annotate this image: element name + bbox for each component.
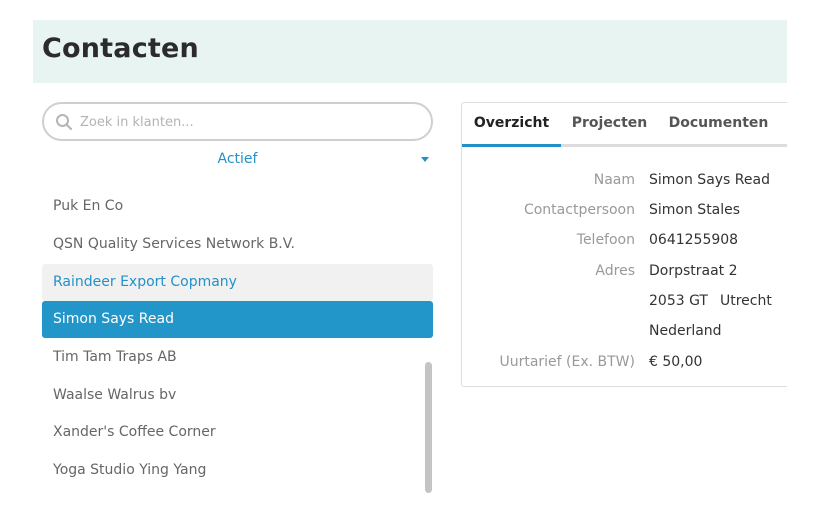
detail-row-uurtarief: Uurtarief (Ex. BTW) € 50,00 [462, 347, 788, 377]
detail-value: Dorpstraat 2 [649, 263, 738, 279]
detail-label: Telefoon [576, 232, 635, 248]
detail-tabs: Overzicht Projecten Documenten [462, 103, 788, 147]
detail-label: Uurtarief (Ex. BTW) [499, 354, 635, 370]
status-filter-dropdown[interactable]: Actief [42, 150, 433, 170]
detail-label: Naam [593, 172, 635, 188]
detail-row-adres: Adres Dorpstraat 2 [462, 256, 788, 286]
detail-value: 2053 GT Utrecht [649, 286, 772, 316]
tab-overzicht[interactable]: Overzicht [462, 103, 561, 147]
contact-list: Puk En Co QSN Quality Services Network B… [42, 188, 433, 493]
list-scrollbar[interactable] [425, 362, 432, 493]
detail-row-contactpersoon: Contactpersoon Simon Stales [462, 195, 788, 225]
caret-down-icon[interactable] [421, 157, 429, 162]
tab-documenten[interactable]: Documenten [658, 103, 779, 147]
detail-value: Nederland [649, 323, 722, 339]
contact-list-item[interactable]: Tim Tam Traps AB [42, 339, 433, 376]
active-tab-indicator [462, 144, 561, 147]
detail-label: Adres [595, 263, 635, 279]
detail-value: 0641255908 [649, 232, 739, 248]
tab-projecten[interactable]: Projecten [561, 103, 658, 147]
search-input[interactable] [80, 111, 420, 133]
contact-list-item-selected[interactable]: Simon Says Read [42, 301, 433, 338]
city: Utrecht [719, 293, 772, 309]
detail-row-country: Nederland [462, 316, 788, 346]
search-icon [55, 113, 73, 131]
contact-list-item[interactable]: Yoga Studio Ying Yang [42, 452, 433, 489]
viewport-edge [787, 0, 819, 513]
detail-value: Simon Says Read [649, 172, 770, 188]
contact-list-item[interactable]: Raindeer Export Copmany [42, 264, 433, 301]
detail-row-naam: Naam Simon Says Read [462, 165, 788, 195]
contact-list-item[interactable]: Xander's Coffee Corner [42, 414, 433, 451]
status-filter-label: Actief [217, 151, 258, 167]
search-box[interactable] [42, 102, 433, 141]
page-title: Contacten [42, 33, 199, 64]
detail-row-postcode-city: 2053 GT Utrecht [462, 286, 788, 316]
detail-value: € 50,00 [649, 354, 703, 370]
detail-value: Simon Stales [649, 202, 741, 218]
page-header: Contacten [33, 20, 787, 83]
contact-list-item[interactable]: Puk En Co [42, 188, 433, 225]
contact-list-item[interactable]: QSN Quality Services Network B.V. [42, 226, 433, 263]
contact-detail-panel: Overzicht Projecten Documenten Naam Simo… [461, 102, 801, 387]
postcode: 2053 GT [649, 293, 708, 309]
contact-list-item[interactable]: Waalse Walrus bv [42, 377, 433, 414]
detail-row-telefoon: Telefoon 0641255908 [462, 225, 788, 255]
detail-label: Contactpersoon [523, 202, 635, 218]
